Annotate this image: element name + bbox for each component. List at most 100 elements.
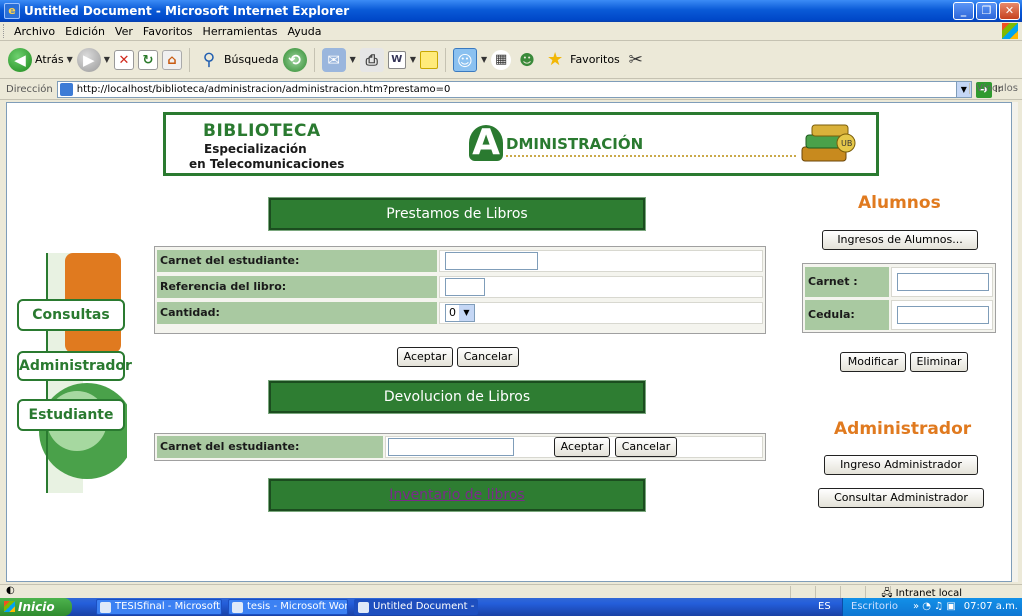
back-button[interactable]: ◀ Atrás ▼ — [8, 47, 73, 72]
header-banner: BIBLIOTECA Especialización en Telecomuni… — [163, 112, 879, 176]
alumnos-title: Alumnos — [858, 193, 941, 213]
svg-text:UB: UB — [841, 139, 852, 148]
forward-arrow-icon: ▶ — [76, 47, 101, 72]
administrador-title: Administrador — [834, 419, 972, 439]
alumno-cedula-label: Cedula: — [805, 300, 889, 330]
word-icon — [232, 602, 243, 613]
ingreso-administrador-button[interactable]: Ingreso Administrador — [824, 455, 978, 475]
devolucion-cancel-button[interactable]: Cancelar — [615, 437, 677, 457]
chevron-down-icon[interactable]: ▼ — [350, 55, 356, 64]
nav-administrador[interactable]: Administrador — [17, 351, 132, 381]
research-icon[interactable]: ▦ — [491, 49, 512, 70]
start-button[interactable]: Inicio — [0, 598, 72, 616]
devolucion-carnet-input[interactable] — [388, 438, 514, 456]
menu-favoritos[interactable]: Favoritos — [138, 25, 198, 38]
messenger-icon[interactable]: ☺ — [452, 47, 477, 72]
prestamos-accept-button[interactable]: Aceptar — [397, 347, 453, 367]
links-button[interactable]: Vínculos — [969, 83, 1018, 94]
page-icon — [59, 83, 73, 96]
desktop-toolbar[interactable]: Escritorio — [851, 598, 898, 616]
page-content: BIBLIOTECA Especialización en Telecomuni… — [6, 102, 1012, 582]
language-indicator[interactable]: ES — [818, 598, 831, 616]
menu-ayuda[interactable]: Ayuda — [282, 25, 326, 38]
chevron-down-icon: ▼ — [103, 55, 110, 64]
favorites-button[interactable]: ★ Favoritos — [543, 48, 620, 72]
windows-logo-icon — [1002, 23, 1018, 39]
taskbar-item[interactable]: tesis - Microsoft Word — [228, 599, 348, 615]
cantidad-label: Cantidad: — [157, 302, 437, 324]
close-button[interactable]: ✕ — [999, 2, 1020, 20]
window-title-bar: e Untitled Document - Microsoft Internet… — [0, 0, 1022, 22]
banner-subtitle-1: Especialización — [204, 142, 307, 156]
windows-flag-icon — [4, 601, 15, 612]
vertical-scrollbar[interactable] — [1012, 102, 1018, 582]
carnet-input[interactable] — [445, 252, 538, 270]
cantidad-select[interactable]: 0 ▼ — [445, 304, 475, 322]
menu-herramientas[interactable]: Herramientas — [198, 25, 283, 38]
inventario-link[interactable]: Inventario de libros — [271, 487, 643, 503]
prestamos-cancel-button[interactable]: Cancelar — [457, 347, 519, 367]
print-icon[interactable]: ⎙ — [359, 47, 384, 72]
people-icon[interactable]: ☻ — [515, 48, 539, 72]
carnet-label: Carnet del estudiante: — [157, 250, 437, 272]
alumnos-form: Carnet : Cedula: — [802, 263, 996, 333]
banner-admin-text: DMINISTRACIÓN — [506, 135, 644, 153]
minimize-button[interactable]: _ — [953, 2, 974, 20]
status-bar: ◐ 🖧 Intranet local — [0, 584, 1022, 599]
ingresos-alumnos-button[interactable]: Ingresos de Alumnos... — [822, 230, 978, 250]
star-icon: ★ — [547, 48, 564, 70]
restore-button[interactable]: ❐ — [976, 2, 997, 20]
word-icon — [100, 602, 111, 613]
address-label: Dirección — [6, 84, 53, 95]
forward-button[interactable]: ▶ ▼ — [76, 47, 110, 72]
consultar-administrador-button[interactable]: Consultar Administrador — [818, 488, 984, 508]
modificar-button[interactable]: Modificar — [840, 352, 906, 372]
stop-icon[interactable]: ✕ — [113, 49, 134, 70]
alumno-cedula-input[interactable] — [897, 306, 989, 324]
banner-subtitle-2: en Telecomunicaciones — [189, 157, 345, 171]
scissors-icon[interactable]: ✂ — [624, 48, 648, 72]
devolucion-header: Devolucion de Libros — [268, 380, 646, 414]
address-input[interactable]: http://localhost/biblioteca/administraci… — [56, 81, 972, 98]
nav-consultas[interactable]: Consultas — [17, 299, 125, 331]
taskbar-item[interactable]: TESISfinal - Microsoft... — [96, 599, 222, 615]
taskbar: Inicio TESISfinal - Microsoft... tesis -… — [0, 598, 1022, 616]
nav-estudiante[interactable]: Estudiante — [17, 399, 125, 431]
mail-icon[interactable]: ✉ — [321, 47, 346, 72]
menu-bar: Archivo Edición Ver Favoritos Herramient… — [0, 22, 1022, 41]
referencia-label: Referencia del libro: — [157, 276, 437, 298]
books-icon: UB — [801, 124, 856, 162]
menu-archivo[interactable]: Archivo — [9, 25, 60, 38]
chevron-down-icon[interactable]: ▼ — [410, 55, 416, 64]
tray-icons[interactable]: » ◔ ♫ ▣ — [913, 598, 956, 616]
clock: 07:07 a.m. — [963, 601, 1018, 612]
address-url: http://localhost/biblioteca/administraci… — [76, 84, 451, 95]
page-status-icon: ◐ — [6, 585, 15, 596]
inventario-panel: Inventario de libros — [268, 478, 646, 512]
prestamos-header: Prestamos de Libros — [268, 197, 646, 231]
note-icon[interactable] — [419, 50, 438, 69]
ie-icon: e — [4, 3, 20, 19]
eliminar-button[interactable]: Eliminar — [910, 352, 968, 372]
refresh-icon[interactable]: ↻ — [137, 49, 158, 70]
referencia-input[interactable] — [445, 278, 485, 296]
window-title: Untitled Document - Microsoft Internet E… — [24, 4, 350, 18]
alumno-carnet-input[interactable] — [897, 273, 989, 291]
taskbar-item-active[interactable]: Untitled Document - ... — [354, 599, 478, 615]
ie-icon — [358, 602, 369, 613]
devolucion-form: Carnet del estudiante: Aceptar Cancelar — [154, 433, 766, 461]
devolucion-accept-button[interactable]: Aceptar — [554, 437, 610, 457]
history-icon[interactable]: ⟲ — [282, 47, 307, 72]
chevron-down-icon: ▼ — [459, 305, 474, 321]
standard-toolbar: ◀ Atrás ▼ ▶ ▼ ✕ ↻ ⌂ ⚲ Búsqueda ⟲ ✉ ▼ ⎙ W… — [0, 41, 1022, 79]
search-button[interactable]: ⚲ Búsqueda — [197, 48, 279, 72]
chevron-down-icon[interactable]: ▼ — [481, 55, 487, 64]
menu-ver[interactable]: Ver — [110, 25, 138, 38]
edit-icon[interactable]: W — [387, 50, 406, 69]
home-icon[interactable]: ⌂ — [161, 49, 182, 70]
menu-edicion[interactable]: Edición — [60, 25, 110, 38]
alumno-carnet-label: Carnet : — [805, 267, 889, 297]
system-tray: Escritorio » ◔ ♫ ▣ 07:07 a.m. — [842, 598, 1022, 616]
devolucion-carnet-label: Carnet del estudiante: — [157, 436, 383, 458]
address-bar: Dirección http://localhost/biblioteca/ad… — [0, 80, 1022, 100]
